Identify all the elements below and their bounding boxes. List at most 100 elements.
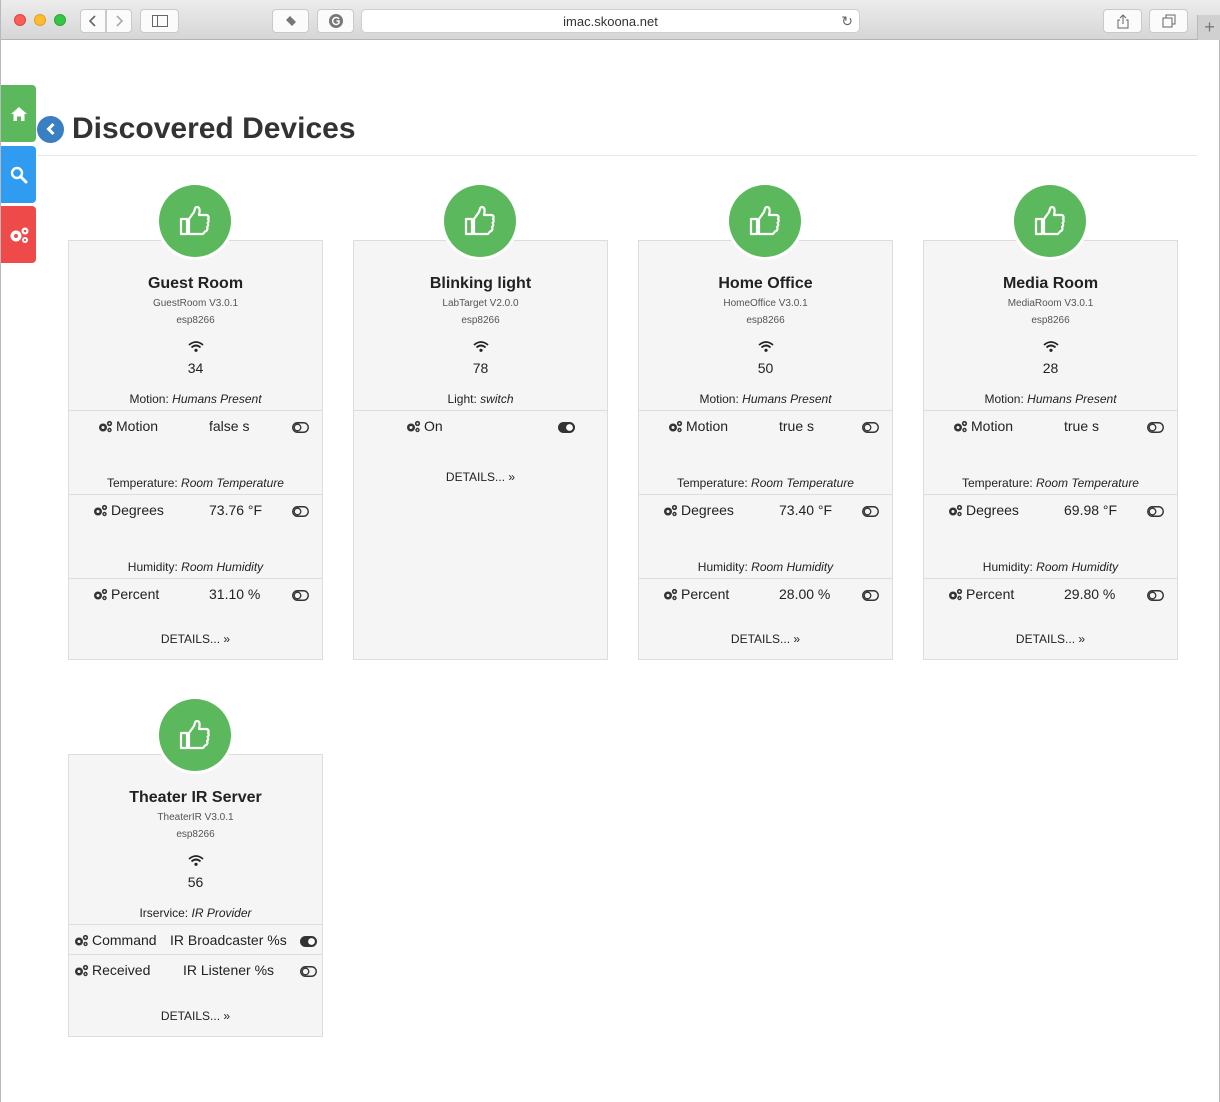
details-link[interactable]: DETAILS... » — [69, 1009, 322, 1023]
toggle-off-icon[interactable] — [1147, 588, 1164, 604]
status-badge-circle — [159, 699, 231, 771]
forward-nav-button[interactable] — [106, 9, 132, 33]
back-nav-button[interactable] — [80, 9, 106, 33]
extension-button[interactable] — [272, 9, 309, 33]
property-value: true s — [779, 418, 815, 434]
gears-icon — [664, 504, 678, 516]
device-chip: esp8266 — [746, 315, 785, 326]
toggle-on-icon[interactable] — [300, 934, 317, 950]
property-row[interactable]: Received IR Listener %s — [69, 954, 322, 984]
property-row[interactable]: Degrees 69.98 °F — [924, 494, 1177, 524]
property-row[interactable]: On — [354, 410, 607, 440]
thumbs-up-icon — [179, 205, 210, 236]
property-row[interactable]: Degrees 73.40 °F — [639, 494, 892, 524]
signal-indicator — [924, 341, 1177, 352]
reload-icon[interactable]: ↻ — [841, 13, 853, 30]
status-badge — [156, 696, 234, 774]
thumbs-up-icon — [464, 205, 495, 236]
details-link[interactable]: DETAILS... » — [354, 470, 607, 484]
property-row[interactable]: Degrees 73.76 °F — [69, 494, 322, 524]
property-value: false s — [209, 418, 250, 434]
chevron-left-icon — [45, 122, 55, 136]
toggle-off-icon[interactable] — [300, 964, 317, 980]
device-chip: esp8266 — [176, 315, 215, 326]
chevron-right-icon — [116, 15, 124, 27]
device-card: Home Office HomeOffice V3.0.1 esp8266 50 Mot… — [638, 240, 893, 660]
device-card: Media Room MediaRoom V3.0.1 esp8266 28 Motio… — [923, 240, 1178, 660]
signal-indicator — [69, 855, 322, 866]
share-icon — [1117, 13, 1128, 28]
toggle-off-icon[interactable] — [862, 588, 879, 604]
device-chip: esp8266 — [461, 315, 500, 326]
toggle-off-icon[interactable] — [862, 504, 879, 520]
property-name: Degrees — [111, 502, 164, 518]
property-label: Motion — [668, 418, 728, 434]
sidebar-search-button[interactable] — [1, 146, 36, 203]
sidebar-settings-button[interactable] — [1, 206, 36, 263]
toggle-on-icon — [558, 422, 575, 433]
toggle-off-icon — [292, 506, 309, 517]
signal-strength: 28 — [1042, 360, 1059, 376]
address-bar[interactable]: imac.skoona.net ↻ — [361, 9, 860, 33]
property-label: Percent — [663, 586, 729, 602]
property-value: 73.40 °F — [779, 502, 833, 518]
device-version: TheaterIR V3.0.1 — [157, 812, 234, 823]
zoom-window-button[interactable] — [54, 14, 66, 26]
section-type: Irservice: — [139, 906, 189, 920]
property-name: Degrees — [681, 502, 734, 518]
section-type: Temperature: — [107, 476, 178, 490]
section-type: Humidity: — [697, 560, 748, 574]
device-card: Guest Room GuestRoom V3.0.1 esp8266 34 Motio… — [68, 240, 323, 660]
toggle-off-icon[interactable] — [862, 420, 879, 436]
extension-icon — [285, 16, 296, 26]
property-row[interactable]: Motion false s — [69, 410, 322, 440]
gears-icon — [669, 420, 683, 432]
device-version: MediaRoom V3.0.1 — [1007, 298, 1094, 309]
toggle-on-icon[interactable] — [558, 420, 575, 436]
property-name: Command — [92, 932, 157, 948]
toggle-off-icon — [292, 422, 309, 433]
section-title: Motion: Humans Present — [639, 392, 892, 406]
toggle-off-icon — [300, 966, 317, 977]
property-row[interactable]: Command IR Broadcaster %s — [69, 924, 322, 954]
device-name: Theater IR Server — [129, 789, 262, 806]
share-button[interactable] — [1103, 9, 1142, 33]
section-title: Humidity: Room Humidity — [924, 560, 1177, 574]
grammarly-button[interactable] — [317, 9, 354, 33]
sidebar-toggle-button[interactable] — [140, 9, 179, 33]
section-type: Temperature: — [962, 476, 1033, 490]
property-row[interactable]: Motion true s — [924, 410, 1177, 440]
property-row[interactable]: Motion true s — [639, 410, 892, 440]
device-card: Blinking light LabTarget V2.0.0 esp8266 78 L… — [353, 240, 608, 660]
back-button[interactable] — [37, 115, 64, 143]
status-badge-circle — [444, 185, 516, 257]
gears-icon — [94, 504, 108, 516]
device-name: Guest Room — [147, 275, 244, 292]
property-row[interactable]: Percent 28.00 % — [639, 578, 892, 608]
section-description: Humans Present — [742, 392, 832, 406]
property-row[interactable]: Percent 31.10 % — [69, 578, 322, 608]
section-title: Temperature: Room Temperature — [639, 476, 892, 490]
property-label: Percent — [93, 586, 159, 602]
toggle-off-icon[interactable] — [292, 504, 309, 520]
toggle-off-icon[interactable] — [292, 588, 309, 604]
toggle-off-icon[interactable] — [1147, 420, 1164, 436]
sidebar-icon — [151, 15, 168, 27]
details-link[interactable]: DETAILS... » — [69, 632, 322, 646]
toggle-off-icon[interactable] — [1147, 504, 1164, 520]
new-tab-button[interactable]: + — [1197, 15, 1220, 40]
property-row[interactable]: Percent 29.80 % — [924, 578, 1177, 608]
section-title: Motion: Humans Present — [924, 392, 1177, 406]
minimize-window-button[interactable] — [34, 14, 46, 26]
signal-strength: 56 — [187, 874, 204, 890]
tabs-overview-button[interactable] — [1149, 9, 1188, 33]
gears-icon — [75, 964, 89, 976]
sidebar-home-button[interactable] — [1, 85, 36, 142]
home-icon — [10, 106, 27, 121]
details-link[interactable]: DETAILS... » — [924, 632, 1177, 646]
details-link[interactable]: DETAILS... » — [639, 632, 892, 646]
toggle-off-icon — [1147, 422, 1164, 433]
close-window-button[interactable] — [14, 14, 26, 26]
device-chip: esp8266 — [1031, 315, 1070, 326]
toggle-off-icon[interactable] — [292, 420, 309, 436]
